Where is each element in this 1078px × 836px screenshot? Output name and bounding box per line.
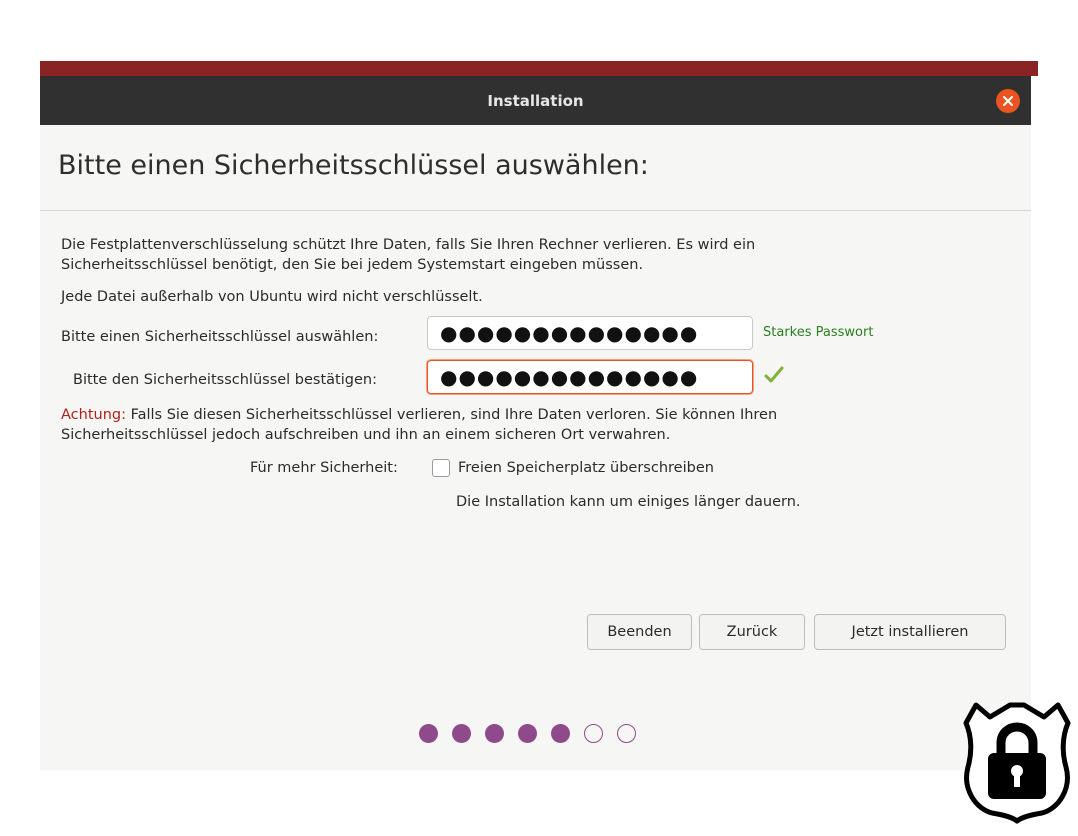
progress-dots [419, 724, 636, 743]
warning-line-1: Falls Sie diesen Sicherheitsschlüssel ve… [125, 407, 778, 423]
overwrite-hint: Die Installation kann um einiges länger … [456, 494, 801, 510]
warning-text: Achtung: Falls Sie diesen Sicherheitssch… [61, 405, 777, 445]
close-icon [1003, 96, 1013, 106]
password-strength: Starkes Passwort [763, 325, 874, 340]
shield-lock-icon [963, 702, 1071, 824]
window-title: Installation [487, 91, 584, 110]
close-button[interactable] [996, 89, 1020, 113]
back-button[interactable]: Zurück [699, 614, 805, 650]
description-line-1: Die Festplattenverschlüsselung schützt I… [61, 237, 756, 253]
progress-dot [518, 724, 537, 743]
note-text: Jede Datei außerhalb von Ubuntu wird nic… [61, 289, 483, 305]
warning-line-2: Sicherheitsschlüssel jedoch aufschreiben… [61, 427, 671, 443]
quit-button[interactable]: Beenden [587, 614, 692, 650]
security-label: Für mehr Sicherheit: [250, 460, 398, 476]
installer-window: Installation Bitte einen Sicherheitsschl… [40, 76, 1031, 770]
progress-dot [584, 724, 603, 743]
progress-dot [419, 724, 438, 743]
overwrite-label[interactable]: Freien Speicherplatz überschreiben [458, 458, 714, 478]
checkmark-icon [764, 366, 784, 383]
progress-dot [617, 724, 636, 743]
divider [40, 210, 1031, 211]
overwrite-checkbox[interactable] [432, 459, 450, 477]
window-top-strip [40, 61, 1038, 76]
confirm-key-input[interactable]: ●●●●●●●●●●●●●● [427, 360, 753, 394]
titlebar[interactable]: Installation [40, 76, 1031, 125]
progress-dot [452, 724, 471, 743]
page-title: Bitte einen Sicherheitsschlüssel auswähl… [58, 150, 649, 181]
progress-dot [485, 724, 504, 743]
progress-dot [551, 724, 570, 743]
description-line-2: Sicherheitsschlüssel benötigt, den Sie b… [61, 257, 644, 273]
security-key-input[interactable]: ●●●●●●●●●●●●●● [427, 316, 753, 350]
install-now-button[interactable]: Jetzt installieren [814, 614, 1006, 650]
key-label: Bitte einen Sicherheitsschlüssel auswähl… [61, 329, 379, 345]
description: Die Festplattenverschlüsselung schützt I… [61, 235, 755, 275]
warning-label: Achtung: [61, 407, 126, 423]
confirm-label: Bitte den Sicherheitsschlüssel bestätige… [73, 372, 377, 388]
